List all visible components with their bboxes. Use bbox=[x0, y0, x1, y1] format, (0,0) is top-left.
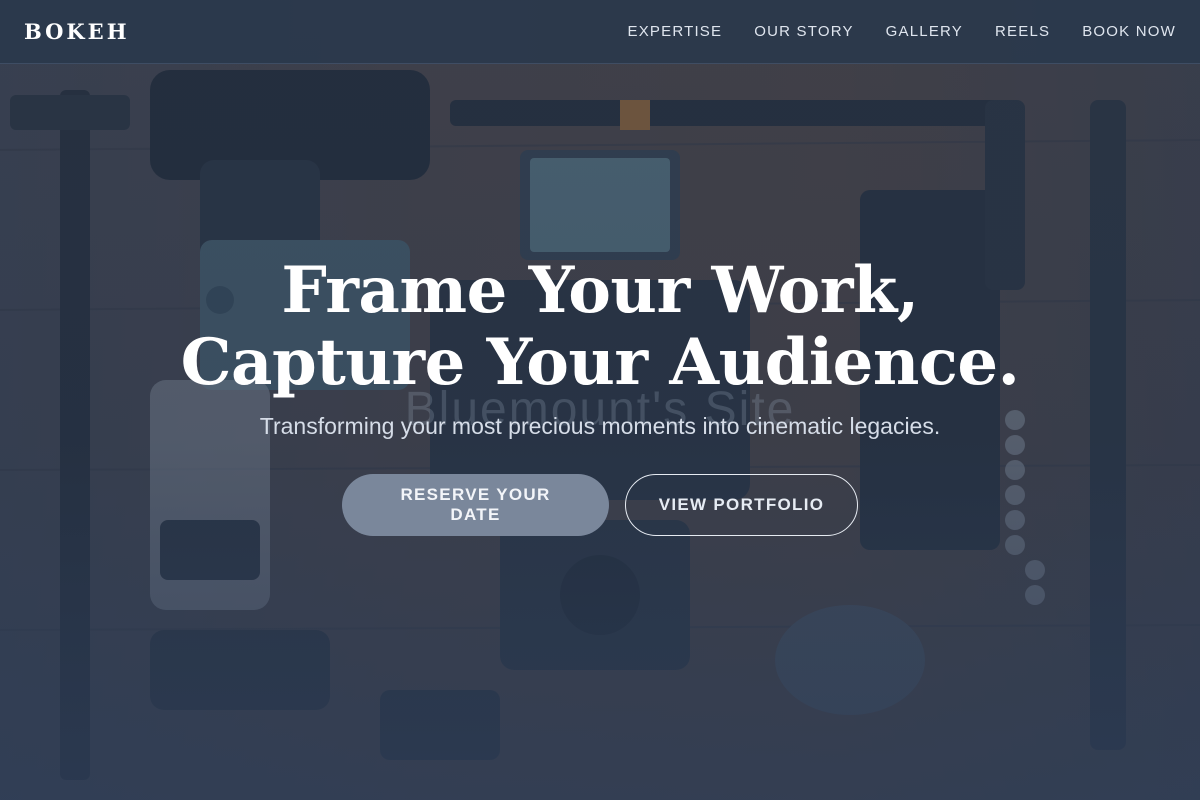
nav-item-expertise[interactable]: EXPERTISE bbox=[628, 23, 723, 40]
cta-row: RESERVE YOUR DATE VIEW PORTFOLIO bbox=[0, 474, 1200, 536]
nav-item-reels[interactable]: REELS bbox=[995, 23, 1050, 40]
hero-headline-line-2: Capture Your Audience. bbox=[180, 325, 1020, 400]
nav-item-our-story[interactable]: OUR STORY bbox=[754, 23, 853, 40]
hero-section: Frame Your Work, Capture Your Audience. … bbox=[0, 255, 1200, 536]
top-navbar: BOKEH EXPERTISE OUR STORY GALLERY REELS … bbox=[0, 0, 1200, 64]
hero-headline-line-1: Frame Your Work, bbox=[281, 253, 919, 328]
landing-page: BOKEH EXPERTISE OUR STORY GALLERY REELS … bbox=[0, 0, 1200, 800]
reserve-date-button[interactable]: RESERVE YOUR DATE bbox=[342, 474, 609, 536]
nav-links: EXPERTISE OUR STORY GALLERY REELS BOOK N… bbox=[628, 23, 1177, 40]
brand-logo[interactable]: BOKEH bbox=[24, 19, 130, 44]
nav-item-book-now[interactable]: BOOK NOW bbox=[1082, 23, 1176, 40]
nav-item-gallery[interactable]: GALLERY bbox=[886, 23, 963, 40]
view-portfolio-button[interactable]: VIEW PORTFOLIO bbox=[625, 474, 858, 536]
hero-headline: Frame Your Work, Capture Your Audience. bbox=[0, 255, 1200, 399]
hero-subheadline: Transforming your most precious moments … bbox=[259, 413, 941, 439]
